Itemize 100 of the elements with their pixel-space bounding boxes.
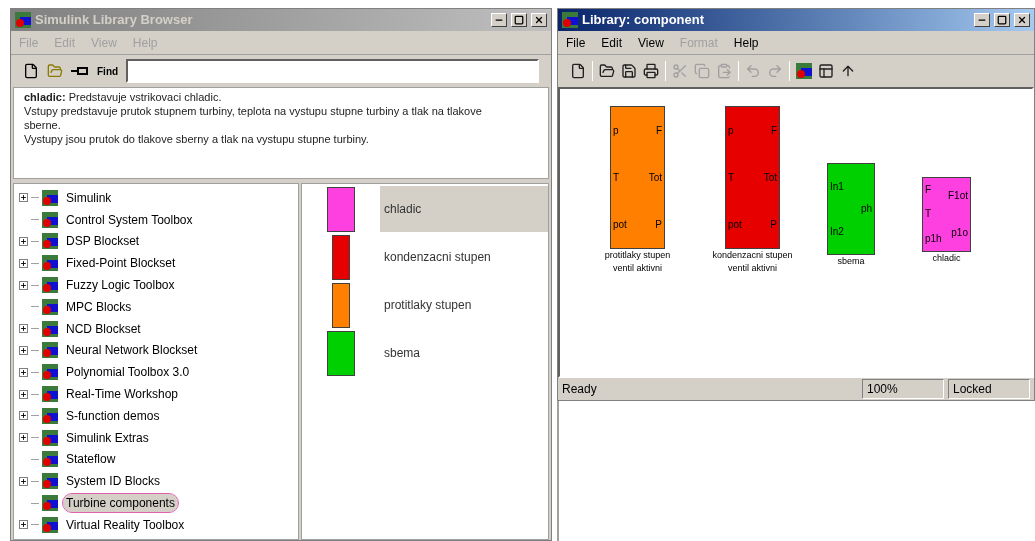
- expand-icon[interactable]: [19, 193, 28, 203]
- tree-item[interactable]: System ID Blocks: [63, 472, 164, 491]
- window-title: Library: component: [582, 11, 706, 30]
- tree-item[interactable]: Turbine components: [63, 494, 178, 513]
- minimize-button[interactable]: [491, 13, 507, 27]
- block-list-item[interactable]: kondenzacni stupen: [380, 234, 548, 280]
- tree-item[interactable]: Control System Toolbox: [63, 210, 196, 229]
- printer-icon[interactable]: [643, 63, 659, 79]
- input-port-label: T: [613, 172, 621, 183]
- block-thumbnail[interactable]: [332, 282, 350, 328]
- output-port-label: F: [770, 125, 777, 136]
- library-icon: [42, 386, 58, 403]
- block-list-item[interactable]: sbema: [380, 330, 548, 376]
- library-icon: [42, 320, 58, 337]
- tree-item[interactable]: DSP Blockset: [63, 232, 143, 251]
- block-thumbnail[interactable]: [332, 234, 350, 280]
- input-port-label: T: [925, 209, 933, 220]
- subsystem-block[interactable]: F T p1h F1ot p1o: [922, 177, 971, 252]
- tree-item[interactable]: Stateflow: [63, 450, 119, 469]
- menu-item[interactable]: Edit: [601, 33, 623, 52]
- window-title: Simulink Library Browser: [35, 11, 194, 30]
- lock-status: Locked: [948, 379, 1030, 399]
- input-port-label: T: [728, 172, 736, 183]
- expand-icon[interactable]: [19, 367, 28, 377]
- block-list-item[interactable]: protitlaky stupen: [380, 282, 548, 328]
- block-list-item[interactable]: chladic: [380, 186, 548, 232]
- subsystem-block[interactable]: In1 In2 ph: [827, 163, 875, 255]
- tree-item[interactable]: Fuzzy Logic Toolbox: [63, 276, 178, 295]
- pin-icon[interactable]: [71, 65, 89, 77]
- block-thumbnail[interactable]: [327, 186, 355, 232]
- maximize-button[interactable]: [994, 13, 1010, 27]
- close-button[interactable]: [1014, 13, 1030, 27]
- library-icon: [42, 233, 58, 250]
- input-port-label: In1: [830, 181, 844, 192]
- new-file-icon[interactable]: [23, 63, 39, 79]
- expand-icon[interactable]: [19, 433, 28, 443]
- menu-item[interactable]: File: [566, 33, 586, 52]
- library-icon: [42, 298, 58, 315]
- app-icon: [15, 12, 31, 28]
- expand-icon[interactable]: [19, 411, 28, 421]
- library-icon: [42, 342, 58, 359]
- input-port-label: p1h: [925, 233, 942, 244]
- minimize-button[interactable]: [974, 13, 990, 27]
- expand-icon[interactable]: [19, 476, 28, 486]
- expand-icon[interactable]: [19, 520, 28, 530]
- description-text: chladic: Predstavuje vstrikovaci chladic.: [24, 90, 223, 104]
- up-arrow-icon[interactable]: [840, 63, 856, 79]
- tree-item[interactable]: NCD Blockset: [63, 319, 144, 338]
- tree-item[interactable]: Simulink: [63, 188, 115, 207]
- new-file-icon[interactable]: [570, 63, 586, 79]
- output-port-label: Tot: [648, 172, 662, 183]
- output-port-label: P: [655, 219, 662, 230]
- description-text: Vystupy jsou prutok do tlakove sberny a tlak na vystupu stupne turbiny.: [24, 132, 370, 146]
- input-port-label: pot: [728, 219, 742, 230]
- subsystem-block[interactable]: p T pot F Tot P: [725, 106, 780, 249]
- library-icon: [42, 473, 58, 490]
- output-port-label: p1o: [951, 227, 968, 238]
- output-port-label: ph: [860, 204, 872, 214]
- expand-icon[interactable]: [19, 345, 28, 355]
- tree-item[interactable]: MPC Blocks: [63, 297, 135, 316]
- tree-item[interactable]: Virtual Reality Toolbox: [63, 515, 188, 534]
- input-port-label: pot: [613, 219, 627, 230]
- block-caption: ventil aktivni: [613, 262, 662, 275]
- library-icon: [42, 364, 58, 381]
- app-icon: [562, 12, 578, 28]
- output-port-label: F: [655, 125, 662, 136]
- tree-item[interactable]: S-function demos: [63, 406, 163, 425]
- library-icon: [42, 451, 58, 468]
- expand-icon[interactable]: [19, 280, 28, 290]
- expand-icon[interactable]: [19, 324, 28, 334]
- find-label: Find: [97, 64, 119, 79]
- block-thumbnail[interactable]: [327, 330, 355, 376]
- library-icon: [42, 255, 58, 272]
- expand-icon[interactable]: [19, 237, 28, 246]
- output-port-label: Tot: [763, 172, 777, 183]
- subsystem-block[interactable]: p T pot F Tot P: [610, 106, 665, 249]
- window-icon[interactable]: [818, 63, 834, 79]
- block-caption: ventil aktivni: [728, 262, 777, 275]
- maximize-button[interactable]: [511, 13, 527, 27]
- expand-icon[interactable]: [19, 389, 28, 399]
- menu-item[interactable]: View: [638, 33, 664, 52]
- input-port-label: F: [925, 185, 933, 196]
- block-caption: chladic: [932, 252, 961, 265]
- close-button[interactable]: [531, 13, 547, 27]
- tree-item[interactable]: Polynomial Toolbox 3.0: [63, 363, 193, 382]
- input-port-label: p: [613, 125, 620, 136]
- expand-icon[interactable]: [19, 258, 28, 268]
- block-caption: sbema: [837, 255, 865, 268]
- search-field[interactable]: [126, 59, 539, 83]
- tree-item[interactable]: Fixed-Point Blockset: [63, 254, 179, 273]
- tree-item[interactable]: Neural Network Blockset: [63, 341, 201, 360]
- tree-item[interactable]: Simulink Extras: [63, 428, 152, 447]
- tree-item[interactable]: Real-Time Workshop: [63, 385, 182, 404]
- open-folder-icon[interactable]: [599, 63, 615, 79]
- maximize-icon: [514, 15, 524, 25]
- save-icon[interactable]: [621, 63, 637, 79]
- zoom-level: 100%: [862, 379, 944, 399]
- library-icon: [42, 495, 58, 512]
- library-icon: [42, 211, 58, 228]
- menu-item[interactable]: Help: [733, 33, 759, 52]
